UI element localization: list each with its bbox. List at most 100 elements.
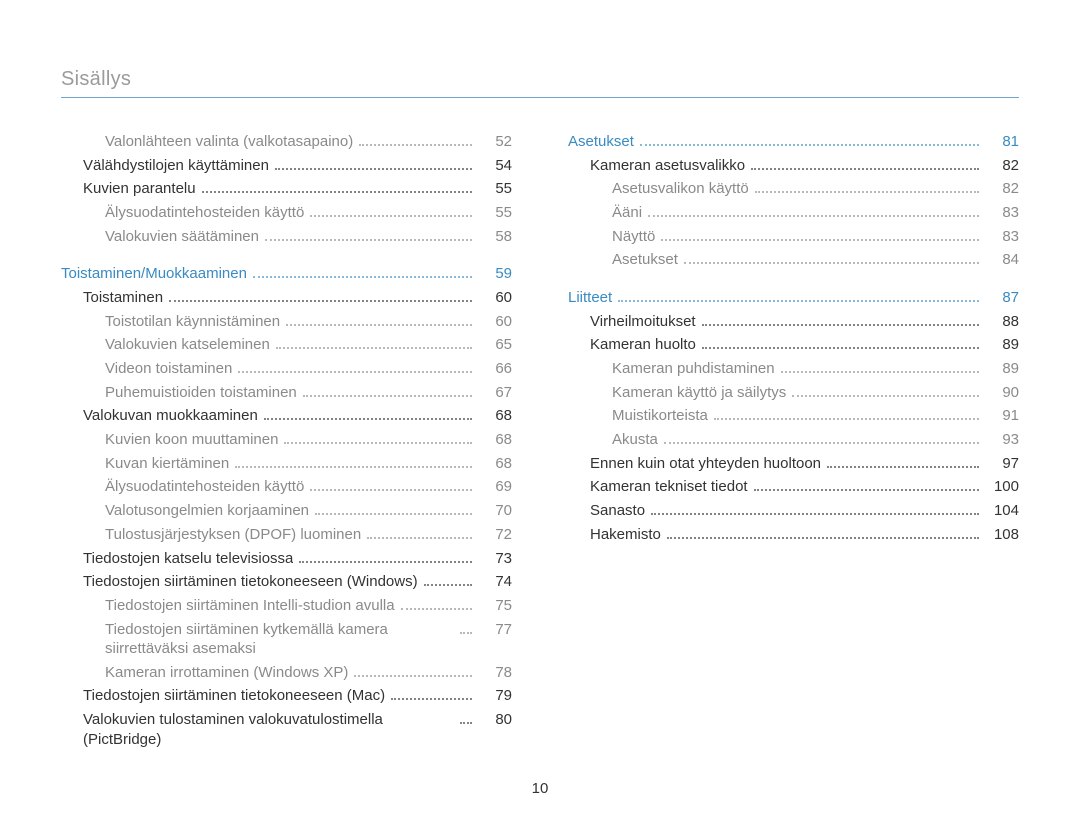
toc-entry[interactable]: Näyttö83 <box>612 227 1019 247</box>
toc-entry-label: Tiedostojen siirtäminen tietokoneeseen (… <box>83 572 418 592</box>
page-number: 10 <box>0 780 1080 797</box>
toc-entry-page: 52 <box>478 133 512 150</box>
toc-leader-dots <box>661 230 979 241</box>
toc-entry-page: 97 <box>985 455 1019 472</box>
toc-leader-dots <box>202 182 472 193</box>
toc-entry[interactable]: Kameran puhdistaminen89 <box>612 359 1019 379</box>
toc-entry[interactable]: Hakemisto108 <box>590 525 1019 545</box>
toc-leader-dots <box>651 504 979 515</box>
toc-entry[interactable]: Älysuodatintehosteiden käyttö 69 <box>105 477 512 497</box>
toc-leader-dots <box>310 480 472 491</box>
toc-entry[interactable]: Välähdystilojen käyttäminen54 <box>83 156 512 176</box>
toc-entry[interactable]: Muistikorteista91 <box>612 406 1019 426</box>
toc-entry-page: 82 <box>985 157 1019 174</box>
toc-entry-label: Muistikorteista <box>612 406 708 426</box>
toc-entry[interactable]: Tiedostojen katselu televisiossa73 <box>83 549 512 569</box>
toc-entry-page: 82 <box>985 180 1019 197</box>
toc-entry[interactable]: Valokuvien säätäminen58 <box>105 227 512 247</box>
toc-leader-dots <box>238 362 472 373</box>
toc-leader-dots <box>354 666 472 677</box>
toc-entry[interactable]: Kuvien koon muuttaminen68 <box>105 430 512 450</box>
toc-entry-page: 69 <box>478 478 512 495</box>
toc-entry[interactable]: Älysuodatintehosteiden käyttö55 <box>105 203 512 223</box>
toc-leader-dots <box>781 362 979 373</box>
toc-entry-label: Ääni <box>612 203 642 223</box>
toc-leader-dots <box>792 386 979 397</box>
toc-leader-dots <box>424 575 472 586</box>
toc-leader-dots <box>702 315 979 326</box>
toc-entry[interactable]: Ääni 83 <box>612 203 1019 223</box>
toc-entry-label: Videon toistaminen <box>105 359 232 379</box>
toc-entry[interactable]: Toistaminen/Muokkaaminen59 <box>61 264 512 284</box>
toc-leader-dots <box>401 599 472 610</box>
toc-entry-page: 75 <box>478 597 512 614</box>
toc-entry[interactable]: Toistaminen60 <box>83 288 512 308</box>
page-title: Sisällys <box>61 68 131 90</box>
page-header: Sisällys <box>61 68 1019 98</box>
toc-entry-label: Kuvien koon muuttaminen <box>105 430 278 450</box>
toc-entry[interactable]: Kameran tekniset tiedot100 <box>590 477 1019 497</box>
toc-entry[interactable]: Virheilmoitukset 88 <box>590 312 1019 332</box>
toc-entry-label: Kameran tekniset tiedot <box>590 477 748 497</box>
toc-entry-page: 83 <box>985 204 1019 221</box>
toc-entry-label: Kameran irrottaminen (Windows XP) <box>105 663 348 683</box>
toc-entry-label: Tulostusjärjestyksen (DPOF) luominen <box>105 525 361 545</box>
toc-entry[interactable]: Asetusvalikon käyttö 82 <box>612 179 1019 199</box>
toc-entry[interactable]: Puhemuistioiden toistaminen67 <box>105 383 512 403</box>
toc-entry-label: Virheilmoitukset <box>590 312 696 332</box>
toc-entry[interactable]: Kameran käyttö ja säilytys90 <box>612 383 1019 403</box>
toc-entry[interactable]: Liitteet87 <box>568 288 1019 308</box>
toc-entry-page: 74 <box>478 573 512 590</box>
toc-entry-label: Tiedostojen siirtäminen tietokoneeseen (… <box>83 686 385 706</box>
toc-entry-page: 77 <box>478 621 512 638</box>
toc-entry[interactable]: Valokuvan muokkaaminen68 <box>83 406 512 426</box>
toc-entry-page: 83 <box>985 228 1019 245</box>
toc-entry[interactable]: Valonlähteen valinta (valkotasapaino) 52 <box>105 132 512 152</box>
toc-entry-label: Asetusvalikon käyttö <box>612 179 749 199</box>
toc-entry-page: 68 <box>478 407 512 424</box>
toc-entry[interactable]: Videon toistaminen66 <box>105 359 512 379</box>
toc-entry[interactable]: Valotusongelmien korjaaminen70 <box>105 501 512 521</box>
toc-entry[interactable]: Kuvan kiertäminen68 <box>105 454 512 474</box>
toc-entry[interactable]: Asetukset81 <box>568 132 1019 152</box>
toc-entry-label: Älysuodatintehosteiden käyttö <box>105 477 304 497</box>
toc-entry[interactable]: Tiedostojen siirtäminen tietokoneeseen (… <box>83 572 512 592</box>
toc-entry[interactable]: Toistotilan käynnistäminen60 <box>105 312 512 332</box>
toc-entry[interactable]: Kameran huolto 89 <box>590 335 1019 355</box>
toc-leader-dots <box>284 433 472 444</box>
toc-entry-label: Kameran huolto <box>590 335 696 355</box>
toc-leader-dots <box>276 338 472 349</box>
toc-entry-page: 78 <box>478 664 512 681</box>
toc-column-left: Valonlähteen valinta (valkotasapaino)52V… <box>61 132 512 753</box>
toc-entry-page: 59 <box>478 265 512 282</box>
toc-entry-page: 88 <box>985 313 1019 330</box>
toc-entry-label: Valokuvien säätäminen <box>105 227 259 247</box>
toc-leader-dots <box>648 206 979 217</box>
toc-leader-dots <box>755 182 979 193</box>
toc-entry[interactable]: Akusta93 <box>612 430 1019 450</box>
toc-entry[interactable]: Tiedostojen siirtäminen Intelli-studion … <box>105 596 512 616</box>
toc-entry-page: 89 <box>985 336 1019 353</box>
toc-entry-label: Välähdystilojen käyttäminen <box>83 156 269 176</box>
toc-entry[interactable]: Sanasto104 <box>590 501 1019 521</box>
toc-entry-label: Asetukset <box>568 132 634 152</box>
toc-leader-dots <box>275 159 472 170</box>
toc-entry-label: Valonlähteen valinta (valkotasapaino) <box>105 132 353 152</box>
toc-entry[interactable]: Kuvien parantelu55 <box>83 179 512 199</box>
toc-entry[interactable]: Valokuvien katseleminen65 <box>105 335 512 355</box>
toc-entry[interactable]: Tiedostojen siirtäminen kytkemällä kamer… <box>105 620 512 659</box>
toc-entry[interactable]: Tiedostojen siirtäminen tietokoneeseen (… <box>83 686 512 706</box>
toc-entry-page: 87 <box>985 289 1019 306</box>
toc-entry-label: Toistaminen <box>83 288 163 308</box>
toc-entry[interactable]: Kameran asetusvalikko82 <box>590 156 1019 176</box>
toc-leader-dots <box>640 135 979 146</box>
toc-page: Sisällys Valonlähteen valinta (valkotasa… <box>0 0 1080 815</box>
toc-entry[interactable]: Valokuvien tulostaminen valokuvatulostim… <box>83 710 512 749</box>
toc-leader-dots <box>264 409 472 420</box>
toc-entry[interactable]: Kameran irrottaminen (Windows XP) 78 <box>105 663 512 683</box>
toc-entry[interactable]: Asetukset84 <box>612 250 1019 270</box>
toc-entry[interactable]: Ennen kuin otat yhteyden huoltoon97 <box>590 454 1019 474</box>
toc-entry-page: 108 <box>985 526 1019 543</box>
toc-entry[interactable]: Tulostusjärjestyksen (DPOF) luominen72 <box>105 525 512 545</box>
toc-entry-page: 70 <box>478 502 512 519</box>
